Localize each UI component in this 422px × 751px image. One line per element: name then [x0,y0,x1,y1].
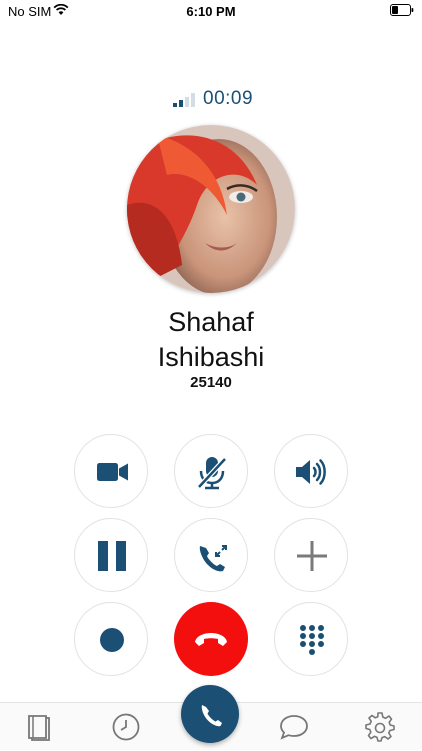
record-button[interactable] [74,602,148,676]
chat-bubble-icon [280,715,308,740]
tab-contacts[interactable] [9,703,69,751]
record-icon [100,628,124,652]
plus-icon [297,541,327,571]
keypad-button[interactable] [274,602,348,676]
contact-last-name: Ishibashi [157,342,265,372]
hangup-icon [195,633,227,646]
hangup-button[interactable] [174,602,248,676]
status-bar: No SIM 6:10 PM [0,0,422,24]
tab-phone[interactable] [181,685,239,743]
tab-recents[interactable] [96,703,156,751]
video-button[interactable] [74,434,148,508]
speaker-button[interactable] [274,434,348,508]
recents-clock-icon [112,713,140,741]
add-call-button[interactable] [274,518,348,592]
transfer-call-icon [199,545,227,572]
hold-button[interactable] [74,518,148,592]
contact-avatar [127,125,295,293]
keypad-icon [300,625,324,655]
battery-icon [390,4,414,16]
call-status: 00:09 [0,88,422,110]
tab-chat[interactable] [264,703,324,751]
contacts-book-icon [28,715,50,741]
call-duration: 00:09 [203,88,254,109]
contact-first-name: Shahaf [168,307,254,337]
clock-time: 6:10 PM [186,4,236,19]
phone-icon [201,705,222,727]
speaker-icon [296,459,326,485]
video-camera-icon [97,463,128,481]
contact-extension: 25140 [190,374,232,391]
tab-settings[interactable] [350,703,410,751]
signal-strength-icon [173,93,195,107]
pause-icon [98,541,126,571]
mute-microphone-icon [197,457,227,490]
transfer-button[interactable] [174,518,248,592]
settings-gear-icon [365,712,395,742]
mute-button[interactable] [174,434,248,508]
